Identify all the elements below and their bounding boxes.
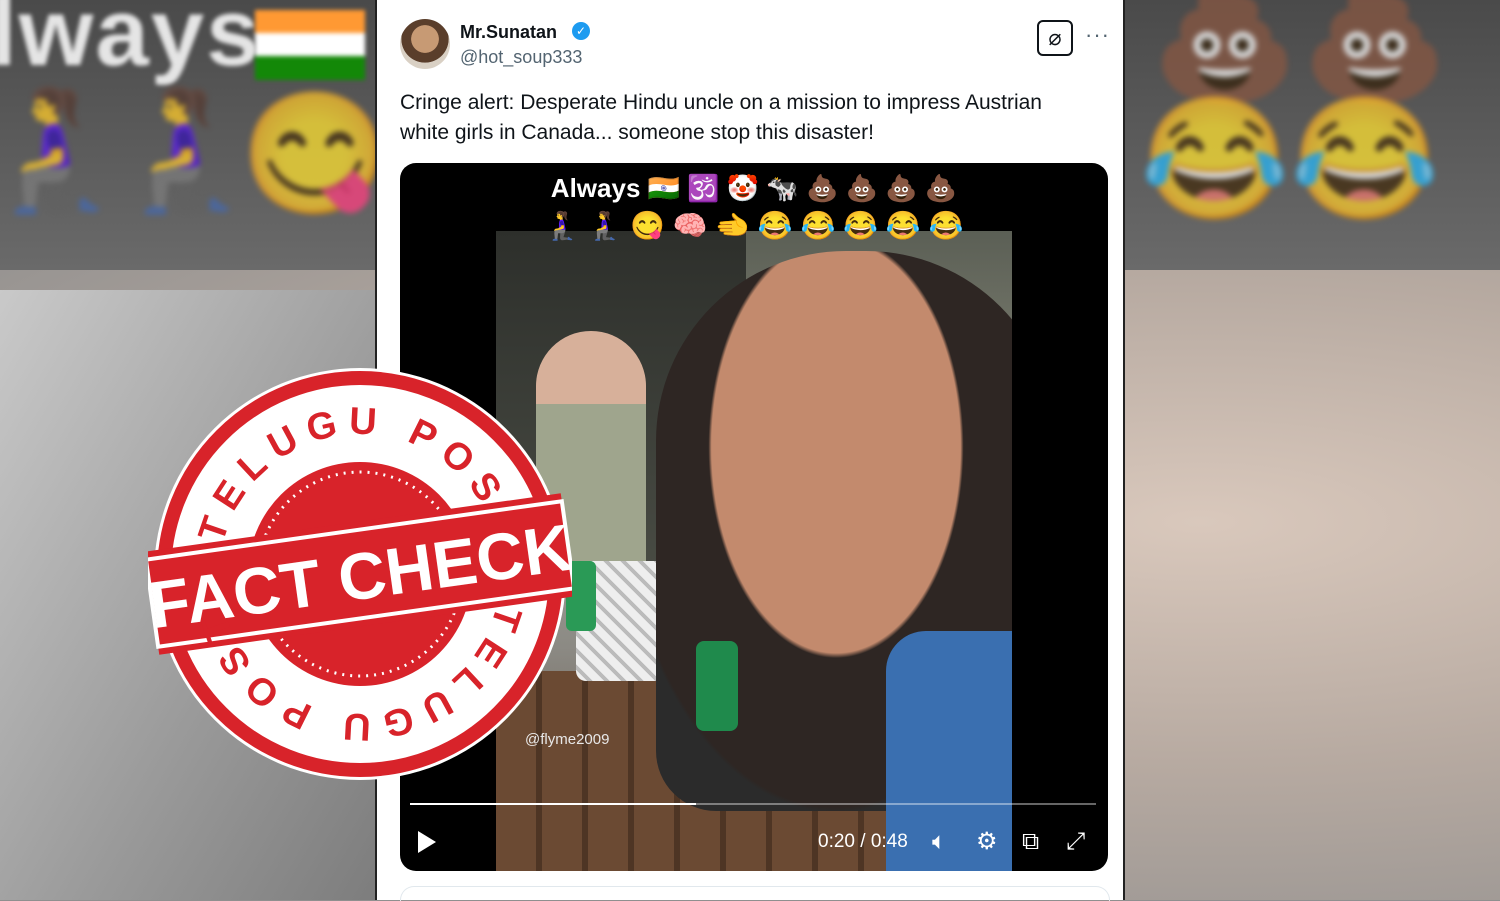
gear-icon[interactable]: ⚙︎ <box>976 827 998 857</box>
background-emoji: 😂 <box>1290 92 1440 226</box>
fact-check-stamp: TELUGU POST FACT CHECK TELUGU POST <box>148 368 572 780</box>
background-emoji: 😂 <box>1140 92 1290 226</box>
slash-circle-icon: ⌀ <box>1048 25 1062 50</box>
volume-icon[interactable]: 🔈︎ <box>932 827 946 857</box>
background-text: lways <box>0 0 262 86</box>
tweet-text: Cringe alert: Desperate Hindu uncle on a… <box>400 91 1042 144</box>
scene-soda-can <box>696 641 738 731</box>
author-handle[interactable]: @hot_soup333 <box>460 47 582 68</box>
background-flag <box>255 10 365 80</box>
author-name[interactable]: Mr.Sunatan <box>460 22 557 43</box>
next-card-edge <box>400 886 1110 901</box>
video-caption-line-1: Always 🇮🇳 🕉️ 🤡 🐄 💩 💩 💩 💩 <box>550 173 958 203</box>
video-time: 0:20 / 0:48 <box>818 831 908 852</box>
background-emoji: 😋 <box>240 87 390 221</box>
more-options-button[interactable]: ··· <box>1085 22 1110 48</box>
video-caption-line-2: 🧎‍♀️ 🧎‍♀️ 😋 🧠 🫲 😂 😂 😂 😂 😂 <box>544 210 964 241</box>
play-icon[interactable] <box>418 831 436 853</box>
pip-icon[interactable]: ⧉ <box>1022 827 1039 857</box>
video-progress-fill <box>410 803 696 805</box>
video-frame <box>496 231 1012 871</box>
fullscreen-icon[interactable]: ⤢ <box>1066 827 1085 857</box>
background-emoji: 🧎‍♀️ <box>110 82 260 216</box>
verified-badge-icon: ✓ <box>572 22 590 40</box>
avatar[interactable] <box>400 19 450 69</box>
video-progress-bar[interactable] <box>410 803 1096 805</box>
grok-button[interactable]: ⌀ <box>1037 20 1073 56</box>
